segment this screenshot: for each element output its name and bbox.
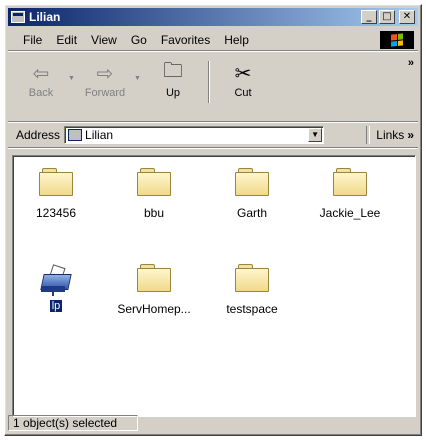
item-label: Garth xyxy=(236,206,267,220)
menu-view[interactable]: View xyxy=(84,33,124,47)
links-overflow-icon: » xyxy=(407,128,414,142)
back-button[interactable]: ⇦ Back xyxy=(16,59,66,99)
title-bar[interactable]: Lilian _ □ ✕ xyxy=(8,8,418,26)
folder-item[interactable]: Garth xyxy=(207,168,297,220)
folder-icon xyxy=(235,264,269,292)
windows-logo-icon xyxy=(380,31,414,49)
window-title: Lilian xyxy=(29,10,61,24)
scissors-icon: ✂ xyxy=(234,61,252,85)
item-label: testspace xyxy=(226,302,278,316)
forward-label: Forward xyxy=(84,87,126,99)
back-dropdown-icon[interactable]: ▼ xyxy=(68,75,75,82)
menu-help[interactable]: Help xyxy=(217,33,256,47)
folder-up-icon: 🗀 xyxy=(163,58,183,82)
minimize-button[interactable]: _ xyxy=(361,10,377,24)
address-bar: Address Lilian ▼ Links » xyxy=(8,123,418,148)
folder-icon xyxy=(333,168,367,196)
folder-item[interactable]: 123456 xyxy=(11,168,101,220)
folder-icon xyxy=(235,168,269,196)
cut-label: Cut xyxy=(234,87,252,99)
menu-edit[interactable]: Edit xyxy=(49,33,84,47)
cut-button[interactable]: ✂ Cut xyxy=(218,59,268,99)
folder-item[interactable]: ServHomep... xyxy=(109,264,199,316)
up-button[interactable]: 🗀 Up xyxy=(148,58,198,99)
maximize-button[interactable]: □ xyxy=(379,10,395,24)
item-label: 123456 xyxy=(35,206,77,220)
toolbar-overflow-button[interactable]: » xyxy=(408,57,414,69)
links-label: Links xyxy=(376,128,405,142)
toolbar-separator xyxy=(208,61,209,103)
links-bar[interactable]: Links » xyxy=(366,126,414,144)
folder-window-icon xyxy=(11,11,25,23)
address-input[interactable]: Lilian ▼ xyxy=(64,126,325,144)
address-value: Lilian xyxy=(85,128,114,142)
folder-icon xyxy=(137,264,171,292)
up-label: Up xyxy=(165,87,181,99)
address-label: Address xyxy=(16,128,61,142)
folder-item[interactable]: testspace xyxy=(207,264,297,316)
folder-item[interactable]: bbu xyxy=(109,168,199,220)
address-dropdown-button[interactable]: ▼ xyxy=(308,128,323,142)
item-label: bbu xyxy=(143,206,165,220)
printer-icon xyxy=(39,264,73,296)
item-label-selected: lp xyxy=(49,300,63,312)
forward-button[interactable]: ⇨ Forward xyxy=(80,59,130,99)
forward-arrow-icon: ⇨ xyxy=(96,61,114,85)
item-label: Jackie_Lee xyxy=(319,206,381,220)
back-label: Back xyxy=(28,87,54,99)
folder-icon xyxy=(39,168,73,196)
back-arrow-icon: ⇦ xyxy=(32,61,50,85)
standard-toolbar: ⇦ Back ▼ ⇨ Forward ▼ 🗀 Up ✂ Cut » xyxy=(8,53,418,122)
menu-file[interactable]: File xyxy=(16,33,49,47)
menu-go[interactable]: Go xyxy=(124,33,154,47)
close-button[interactable]: ✕ xyxy=(399,10,415,24)
status-bar: 1 object(s) selected xyxy=(8,414,418,432)
menu-bar: File Edit View Go Favorites Help xyxy=(8,30,418,51)
item-label: ServHomep... xyxy=(117,302,191,316)
explorer-window: Lilian _ □ ✕ File Edit View Go Favorites… xyxy=(4,4,422,436)
printer-item[interactable]: lp xyxy=(11,264,101,312)
folder-icon xyxy=(137,168,171,196)
menu-favorites[interactable]: Favorites xyxy=(154,33,217,47)
file-list-pane[interactable]: 123456 bbu Garth Jackie_Lee lp ServHomep… xyxy=(12,155,416,417)
folder-item[interactable]: Jackie_Lee xyxy=(305,168,395,220)
status-text: 1 object(s) selected xyxy=(8,415,138,431)
forward-dropdown-icon[interactable]: ▼ xyxy=(134,75,141,82)
folder-icon xyxy=(68,129,83,141)
